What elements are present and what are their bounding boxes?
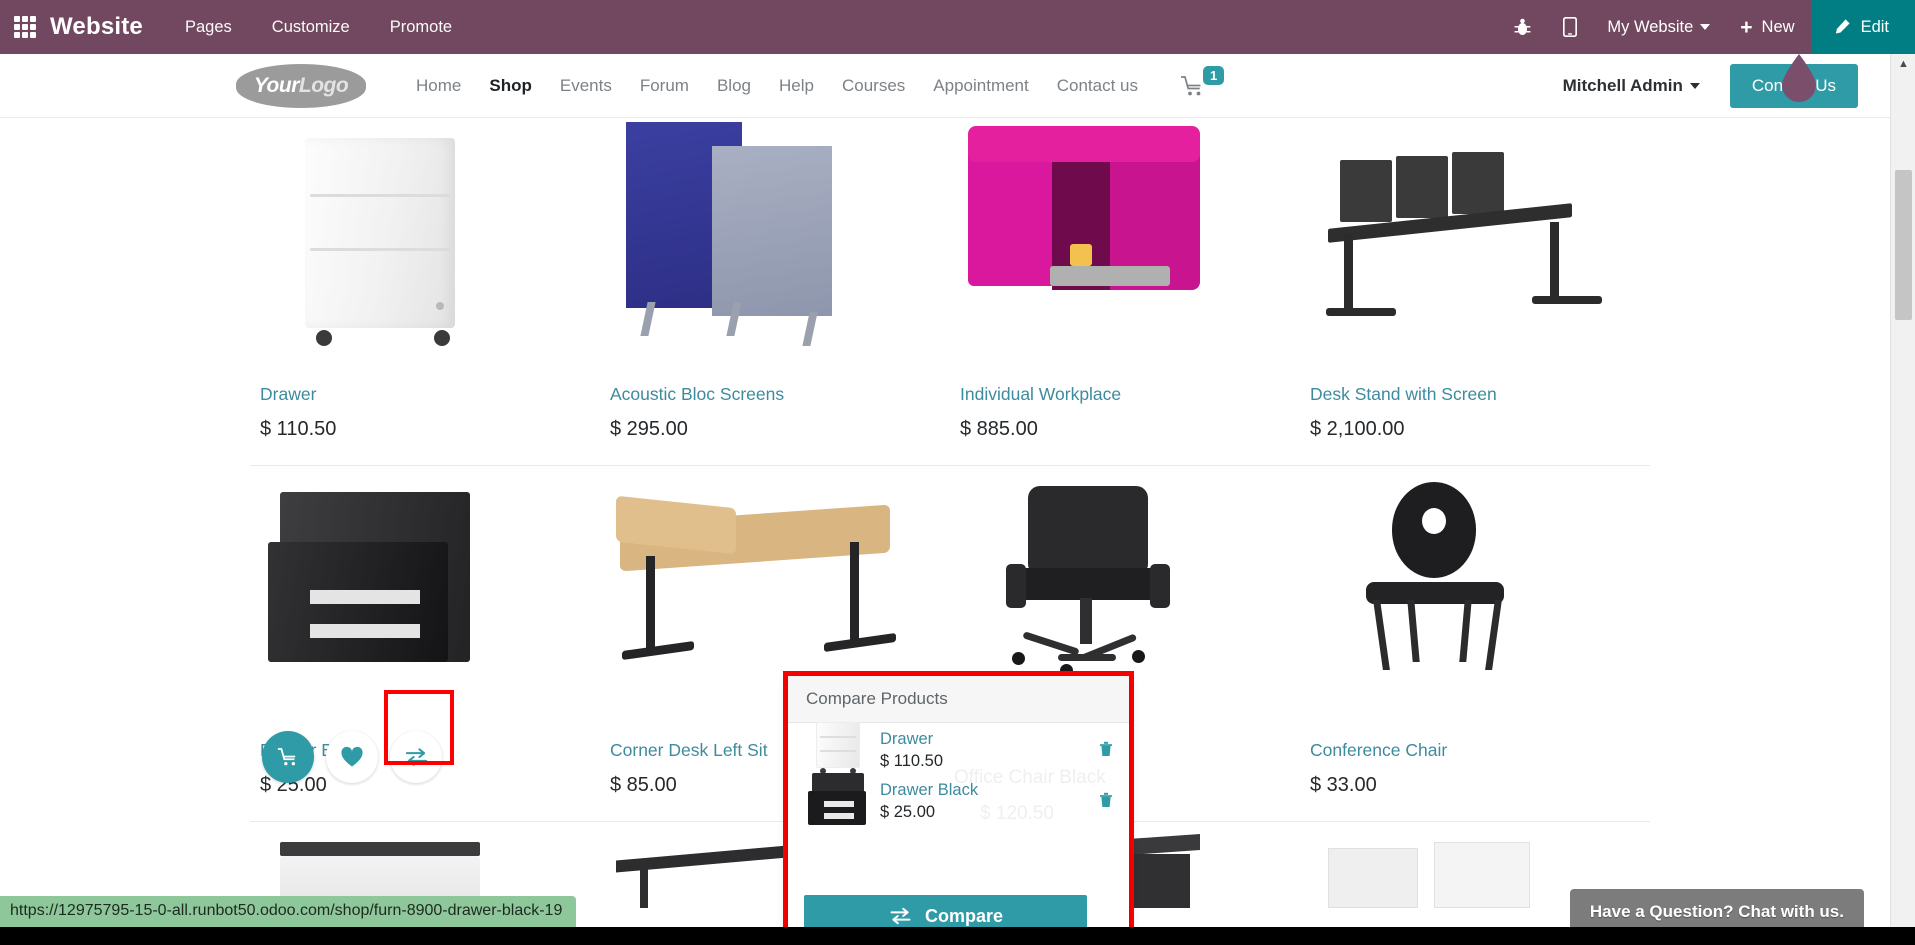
add-to-cart-button[interactable] — [262, 731, 314, 783]
product-image[interactable] — [250, 116, 590, 366]
menu-customize[interactable]: Customize — [272, 18, 350, 37]
cart-button[interactable]: 1 — [1180, 66, 1227, 97]
product-name[interactable]: Individual Workplace — [960, 384, 1300, 405]
plus-icon: + — [1740, 15, 1753, 39]
black-drawer-illustration — [250, 472, 590, 722]
compare-item-info: Drawer Black $ 25.00 — [880, 781, 978, 822]
compare-item-name[interactable]: Drawer Black — [880, 781, 978, 800]
compare-arrows-icon — [890, 907, 911, 925]
compare-products-popup: Office Chair Black $ 120.50 Compare Prod… — [788, 676, 1129, 945]
pencil-icon — [1835, 19, 1850, 34]
trash-icon — [1100, 741, 1112, 756]
compare-item-price: $ 25.00 — [880, 803, 936, 821]
individual-workplace-illustration — [950, 116, 1290, 366]
nav-item-home[interactable]: Home — [402, 76, 475, 96]
mobile-preview-icon[interactable] — [1563, 17, 1578, 37]
scrollbar-thumb[interactable] — [1895, 170, 1912, 320]
product-name[interactable]: Drawer — [260, 384, 600, 405]
cart-count-badge: 1 — [1203, 66, 1225, 85]
product-card[interactable]: Desk Stand with Screen $ 2,100.00 — [1300, 110, 1650, 466]
odoo-editor-bar: Website Pages Customize Promote My Websi… — [0, 0, 1915, 54]
nav-item-events[interactable]: Events — [546, 76, 626, 96]
remove-from-compare-button[interactable] — [1099, 792, 1119, 812]
product-price: $ 295.00 — [610, 418, 688, 440]
website-viewport: YourLogo Home Shop Events Forum Blog Hel… — [0, 54, 1890, 945]
compare-popup-item[interactable]: Drawer $ 110.50 — [788, 721, 1129, 774]
product-price: $ 33.00 — [1310, 774, 1377, 796]
new-button[interactable]: + New — [1740, 17, 1794, 38]
acoustic-screens-illustration — [600, 116, 940, 366]
site-selector-label: My Website — [1607, 17, 1694, 36]
product-price: $ 885.00 — [960, 418, 1038, 440]
logo-your: Your — [253, 73, 300, 97]
chevron-down-icon — [1689, 82, 1700, 89]
scroll-up-arrow-icon[interactable]: ▲ — [1891, 54, 1915, 74]
product-card[interactable]: Conference Chair $ 33.00 — [1300, 466, 1650, 822]
trash-icon — [1100, 792, 1112, 807]
user-menu-label: Mitchell Admin — [1562, 75, 1683, 95]
product-card[interactable]: Individual Workplace $ 885.00 — [950, 110, 1300, 466]
product-card[interactable]: Drawer $ 110.50 — [250, 110, 600, 466]
nav-item-courses[interactable]: Courses — [828, 76, 919, 96]
menu-pages[interactable]: Pages — [185, 18, 232, 37]
apps-grid-icon[interactable] — [14, 16, 36, 38]
nav-item-shop[interactable]: Shop — [475, 76, 546, 96]
compare-popup-title: Compare Products — [788, 676, 1129, 723]
user-menu[interactable]: Mitchell Admin — [1563, 76, 1700, 96]
site-navbar: YourLogo Home Shop Events Forum Blog Hel… — [0, 54, 1890, 118]
product-name[interactable]: Desk Stand with Screen — [1310, 384, 1650, 405]
product-image[interactable] — [950, 116, 1290, 366]
editor-bar-right: My Website + New Edit — [1498, 0, 1915, 54]
compare-popup-item[interactable]: Drawer Black $ 25.00 — [788, 772, 1129, 825]
white-drawer-illustration — [250, 116, 590, 366]
product-card-hovered[interactable]: Drawer Black $ 25.00 — [250, 466, 600, 822]
site-logo-text: YourLogo — [253, 73, 349, 98]
compare-item-thumbnail — [802, 771, 874, 833]
product-name[interactable]: Acoustic Bloc Screens — [610, 384, 950, 405]
site-nav-right: Mitchell Admin Contact Us — [1563, 63, 1890, 108]
product-image[interactable] — [1300, 472, 1640, 722]
product-price: $ 2,100.00 — [1310, 418, 1405, 440]
compare-arrows-icon — [405, 748, 427, 766]
edit-button[interactable]: Edit — [1810, 0, 1915, 54]
product-image[interactable] — [600, 116, 940, 366]
bug-icon[interactable] — [1514, 18, 1531, 37]
nav-item-blog[interactable]: Blog — [703, 76, 765, 96]
nav-item-contact-us[interactable]: Contact us — [1043, 76, 1152, 96]
compare-button-label: Compare — [924, 905, 1004, 926]
nav-item-appointment[interactable]: Appointment — [919, 76, 1042, 96]
product-name[interactable]: Conference Chair — [1310, 740, 1650, 761]
desk-stand-illustration — [1300, 116, 1640, 366]
site-nav-links: Home Shop Events Forum Blog Help Courses… — [402, 66, 1227, 97]
compare-item-info: Drawer $ 110.50 — [880, 730, 943, 771]
logo-logo: Logo — [298, 73, 349, 97]
product-card[interactable]: Acoustic Bloc Screens $ 295.00 — [600, 110, 950, 466]
conference-chair-illustration — [1300, 472, 1640, 722]
status-bar-url: https://12975795-15-0-all.runbot50.odoo.… — [0, 896, 577, 927]
site-selector[interactable]: My Website — [1607, 17, 1711, 37]
editor-menus: Pages Customize Promote — [185, 18, 452, 37]
bottom-strip — [0, 927, 1915, 945]
heart-icon — [341, 746, 363, 767]
add-to-wishlist-button[interactable] — [326, 731, 378, 783]
new-button-label: New — [1761, 17, 1795, 36]
edit-button-label: Edit — [1860, 17, 1889, 36]
nav-item-forum[interactable]: Forum — [626, 76, 703, 96]
product-price: $ 110.50 — [260, 418, 337, 440]
nav-item-help[interactable]: Help — [765, 76, 828, 96]
screen: Website Pages Customize Promote My Websi… — [0, 0, 1915, 945]
product-image[interactable] — [1300, 116, 1640, 366]
chevron-down-icon — [1700, 24, 1711, 30]
compare-item-name[interactable]: Drawer — [880, 730, 943, 749]
product-image[interactable] — [250, 472, 590, 722]
menu-promote[interactable]: Promote — [390, 18, 452, 37]
compare-item-price: $ 110.50 — [880, 752, 944, 770]
add-to-compare-button[interactable] — [390, 731, 442, 783]
page-scrollbar[interactable]: ▲ ▼ — [1890, 54, 1915, 945]
app-name[interactable]: Website — [50, 13, 143, 41]
remove-from-compare-button[interactable] — [1099, 741, 1119, 761]
site-logo[interactable]: YourLogo — [236, 63, 366, 108]
brand-droplet-icon — [1776, 54, 1822, 104]
product-hover-actions — [262, 731, 442, 783]
